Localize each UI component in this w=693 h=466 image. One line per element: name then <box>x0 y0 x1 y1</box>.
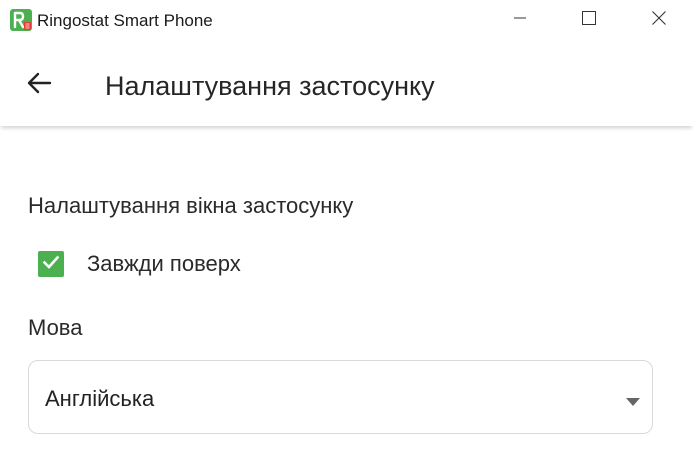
window-settings-section-title: Налаштування вікна застосунку <box>28 193 354 218</box>
app-header: Налаштування застосунку <box>0 40 693 126</box>
back-button[interactable] <box>20 66 58 104</box>
window-title: Ringostat Smart Phone <box>37 11 213 30</box>
minimize-icon <box>513 11 527 30</box>
always-on-top-row[interactable]: Завжди поверх <box>38 249 241 279</box>
window-titlebar: Ringostat Smart Phone <box>0 0 693 40</box>
maximize-button[interactable] <box>566 0 612 40</box>
arrow-left-icon <box>26 72 52 99</box>
dropdown-arrow-icon <box>626 393 640 406</box>
always-on-top-checkbox[interactable] <box>38 251 64 277</box>
always-on-top-label: Завжди поверх <box>87 251 241 276</box>
checkmark-icon <box>41 252 61 277</box>
language-select[interactable]: Англійська <box>28 360 653 434</box>
ringostat-logo-icon <box>10 9 32 31</box>
close-icon <box>651 10 667 31</box>
page-title: Налаштування застосунку <box>105 71 435 101</box>
language-label: Мова <box>28 315 83 340</box>
minimize-button[interactable] <box>497 0 543 40</box>
maximize-icon <box>581 10 597 31</box>
close-button[interactable] <box>636 0 682 40</box>
language-select-value: Англійська <box>45 386 155 411</box>
settings-content: Налаштування вікна застосунку Завжди пов… <box>0 126 693 466</box>
